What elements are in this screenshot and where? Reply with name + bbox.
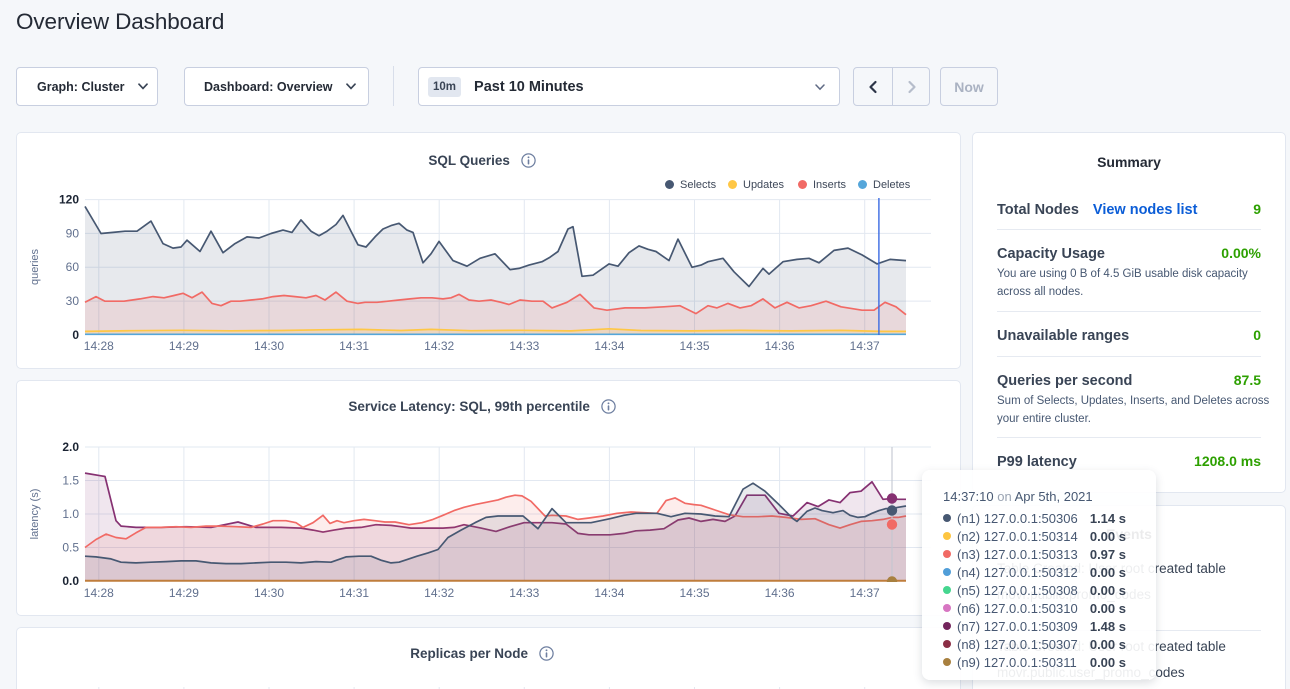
- svg-text:14:37: 14:37: [850, 586, 880, 600]
- svg-text:14:31: 14:31: [339, 339, 369, 353]
- svg-text:14:35: 14:35: [679, 339, 709, 353]
- svg-text:14:32: 14:32: [424, 339, 454, 353]
- svg-text:14:34: 14:34: [594, 339, 624, 353]
- svg-text:14:28: 14:28: [84, 586, 114, 600]
- svg-text:90: 90: [66, 226, 80, 240]
- svg-text:latency (s): latency (s): [29, 489, 41, 540]
- svg-text:60: 60: [66, 260, 80, 274]
- svg-text:120: 120: [59, 193, 79, 207]
- svg-text:1.0: 1.0: [62, 507, 79, 521]
- svg-text:2.0: 2.0: [62, 440, 79, 454]
- svg-text:14:34: 14:34: [594, 586, 624, 600]
- svg-text:14:29: 14:29: [169, 339, 199, 353]
- svg-text:0.0: 0.0: [62, 574, 79, 588]
- svg-text:0.5: 0.5: [62, 541, 79, 555]
- svg-text:14:36: 14:36: [765, 339, 795, 353]
- svg-text:14:29: 14:29: [169, 586, 199, 600]
- svg-text:14:32: 14:32: [424, 586, 454, 600]
- svg-text:queries: queries: [29, 248, 41, 285]
- svg-text:1.5: 1.5: [62, 474, 79, 488]
- svg-text:0: 0: [72, 328, 79, 342]
- svg-text:14:35: 14:35: [679, 586, 709, 600]
- svg-text:14:30: 14:30: [254, 586, 284, 600]
- svg-text:14:33: 14:33: [509, 339, 539, 353]
- svg-text:14:28: 14:28: [84, 339, 114, 353]
- svg-text:30: 30: [66, 294, 80, 308]
- svg-text:14:31: 14:31: [339, 586, 369, 600]
- svg-text:14:30: 14:30: [254, 339, 284, 353]
- svg-text:14:36: 14:36: [765, 586, 795, 600]
- svg-text:14:37: 14:37: [850, 339, 880, 353]
- svg-text:14:33: 14:33: [509, 586, 539, 600]
